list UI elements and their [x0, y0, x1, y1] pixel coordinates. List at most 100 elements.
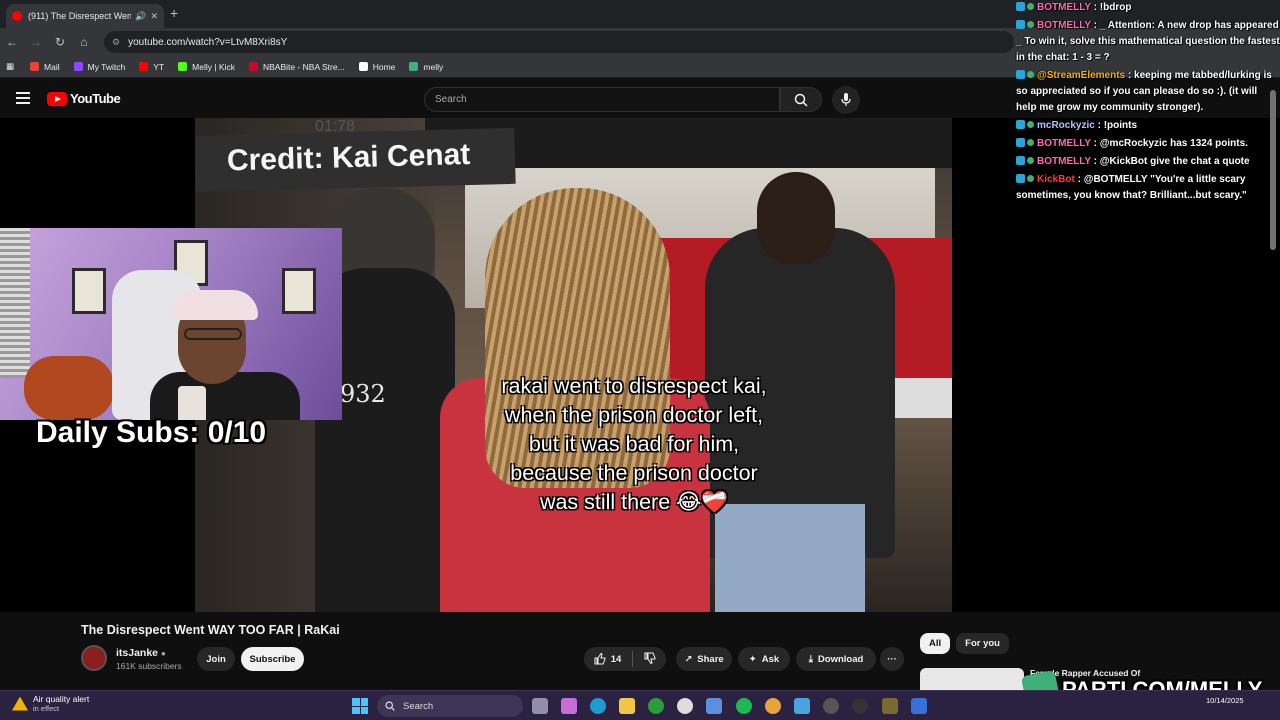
chip-all[interactable]: All	[920, 633, 951, 654]
share-button[interactable]: ↗ Share	[676, 647, 732, 671]
bookmark-kick[interactable]: Melly | Kick	[178, 62, 235, 72]
streamer-webcam	[0, 228, 342, 420]
menu-icon[interactable]	[16, 92, 30, 104]
spotify-icon[interactable]	[736, 698, 752, 714]
chat-separator: :	[1090, 156, 1100, 167]
taskbar-date: 10/14/2025	[1206, 696, 1244, 705]
taskbar-search-label: Search	[403, 700, 434, 712]
bookmark-label: Melly | Kick	[192, 61, 235, 72]
youtube-wordmark: YouTube	[70, 91, 121, 106]
chat-username[interactable]: BOTMELLY	[1037, 156, 1091, 167]
bookmark-my-twitch[interactable]: My Twitch	[73, 62, 125, 72]
edge-icon[interactable]	[590, 698, 606, 714]
bookmark-nbabite[interactable]: NBABite - NBA Stre...	[248, 62, 345, 72]
xbox-icon[interactable]	[648, 698, 664, 714]
bookmark-label: melly	[423, 61, 444, 72]
dislike-button[interactable]	[644, 652, 656, 667]
bookmark-yt[interactable]: YT	[139, 62, 164, 72]
channel-name[interactable]: itsJanke ●	[116, 647, 166, 659]
chat-username[interactable]: BOTMELLY	[1037, 20, 1091, 31]
like-dislike-group: 14	[584, 647, 666, 671]
page-scrollbar[interactable]	[1270, 90, 1276, 250]
new-tab-icon[interactable]: +	[170, 5, 178, 21]
search-input[interactable]: Search	[424, 87, 780, 112]
task-view-icon[interactable]	[532, 698, 548, 714]
url-field[interactable]: ⚙ youtube.com/watch?v=LtvM8Xri8sY	[104, 31, 1014, 53]
file-explorer-icon[interactable]	[619, 698, 635, 714]
recommended-thumbnail[interactable]	[920, 668, 1024, 690]
github-icon[interactable]	[677, 698, 693, 714]
chip-for-you[interactable]: For you	[956, 633, 1009, 654]
reload-icon[interactable]: ↻	[48, 35, 72, 49]
verified-bot-icon	[1027, 175, 1034, 182]
youtube-logo[interactable]: YouTube	[47, 91, 121, 106]
chat-badge-icon	[1016, 2, 1025, 11]
browser-tab[interactable]: (911) The Disrespect Went 🔊 ✕	[6, 4, 164, 28]
more-actions-button[interactable]: ···	[880, 647, 904, 671]
app-icon[interactable]	[882, 698, 898, 714]
search-icon	[794, 93, 808, 107]
verified-bot-icon	[1027, 71, 1034, 78]
scene-man-jeans	[715, 504, 865, 612]
parti-icon	[409, 62, 419, 71]
voice-search-button[interactable]	[832, 86, 860, 114]
verified-bot-icon	[1027, 139, 1034, 146]
chat-username[interactable]: @StreamElements	[1037, 70, 1125, 81]
chat-badge-icon	[1016, 174, 1025, 183]
chat-username[interactable]: BOTMELLY	[1037, 138, 1091, 149]
subscribe-button[interactable]: Subscribe	[241, 647, 304, 671]
close-tab-icon[interactable]: ✕	[150, 11, 158, 22]
media-player-icon[interactable]	[823, 698, 839, 714]
windows-start-icon[interactable]	[352, 698, 368, 714]
ask-button[interactable]: ✦ Ask	[738, 647, 790, 671]
channel-avatar[interactable]	[81, 645, 107, 671]
share-icon: ↗	[684, 653, 693, 665]
url-text: youtube.com/watch?v=LtvM8Xri8sY	[128, 36, 288, 48]
roblox-icon[interactable]	[911, 698, 927, 714]
taskbar-clock[interactable]: 10/14/2025	[1206, 695, 1244, 706]
chat-message: KickBot : @BOTMELLY "You're a little sca…	[1016, 172, 1280, 204]
chat-message: @StreamElements : keeping me tabbed/lurk…	[1016, 68, 1280, 116]
chrome-icon[interactable]	[765, 698, 781, 714]
caption-line: was still there 😂❤️‍🩹	[539, 490, 729, 514]
sparkle-icon: ✦	[748, 653, 757, 665]
copilot-icon[interactable]	[561, 698, 577, 714]
bookmark-mail[interactable]: Mail	[30, 62, 60, 72]
scene-man-head	[757, 172, 835, 264]
chat-badge-icon	[1016, 156, 1025, 165]
daily-subs-counter: Daily Subs: 0/10	[36, 416, 267, 449]
like-count: 14	[610, 653, 622, 665]
thumbs-up-icon	[594, 653, 606, 665]
x-icon	[358, 62, 368, 71]
forward-icon[interactable]: →	[24, 35, 48, 49]
apps-grid-icon[interactable]: ▦	[6, 61, 14, 72]
back-icon[interactable]: ←	[0, 35, 24, 49]
credit-banner: Credit: Kai Cenat	[195, 127, 516, 193]
bookmark-home[interactable]: Home	[358, 62, 395, 72]
join-button[interactable]: Join	[197, 647, 235, 671]
site-info-icon[interactable]: ⚙	[112, 37, 120, 48]
photos-icon[interactable]	[794, 698, 810, 714]
like-button[interactable]: 14	[594, 653, 622, 665]
like-divider	[632, 651, 634, 667]
search-button[interactable]	[780, 87, 822, 112]
bookmark-melly[interactable]: melly	[409, 62, 443, 72]
microphone-icon	[841, 93, 851, 106]
chat-separator: :	[1074, 174, 1084, 185]
chat-message: BOTMELLY : !bdrop	[1016, 0, 1280, 16]
ask-label: Ask	[761, 653, 780, 665]
credit-text: Credit: Kai Cenat	[226, 137, 471, 178]
chat-username[interactable]: mcRockyzic	[1037, 120, 1095, 131]
chat-username[interactable]: KickBot	[1037, 174, 1075, 185]
store-icon[interactable]	[706, 698, 722, 714]
youtube-play-icon	[47, 91, 67, 106]
download-button[interactable]: ⤓ Download	[796, 647, 876, 671]
chat-text: @KickBot give the chat a quote	[1099, 156, 1250, 167]
taskbar-search[interactable]: Search	[377, 695, 523, 717]
speaker-icon[interactable]: 🔊	[135, 11, 146, 22]
chat-username[interactable]: BOTMELLY	[1037, 2, 1091, 13]
verified-bot-icon	[1027, 21, 1034, 28]
home-icon[interactable]: ⌂	[72, 35, 96, 49]
obs-icon[interactable]	[852, 698, 868, 714]
air-quality-widget[interactable]: Air quality alert in effect	[12, 694, 89, 713]
